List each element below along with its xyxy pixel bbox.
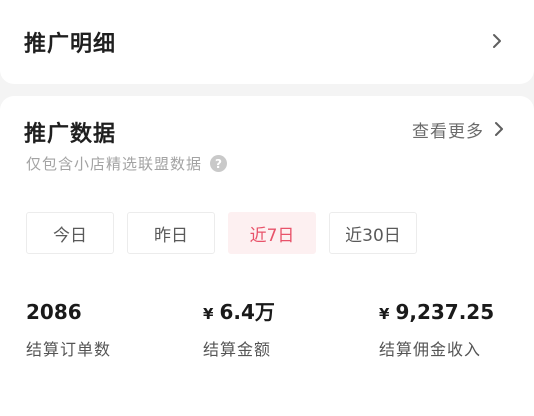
currency-symbol: ¥ (203, 305, 214, 323)
tab-today[interactable]: 今日 (26, 212, 114, 254)
tab-yesterday[interactable]: 昨日 (127, 212, 215, 254)
chevron-right-icon[interactable] (488, 32, 506, 50)
metric-number: 2086 (26, 300, 82, 324)
data-scope-text: 仅包含小店精选联盟数据 (26, 155, 203, 173)
chevron-right-icon (490, 120, 508, 138)
promotion-data-title: 推广数据 (24, 122, 117, 147)
metric-settled-orders[interactable]: 2086 结算订单数 (26, 299, 111, 360)
metric-number: 9,237.25 (395, 300, 495, 324)
metric-label: 结算订单数 (26, 340, 112, 359)
metric-value: 2086 (26, 299, 111, 325)
promotion-detail-title: 推广明细 (24, 32, 117, 57)
view-more-label: 查看更多 (412, 121, 484, 142)
view-more-link[interactable]: 查看更多 (412, 116, 508, 142)
promotion-detail-card[interactable]: 推广明细 (0, 0, 534, 84)
metric-label: 结算金额 (203, 340, 272, 359)
metric-number: 6.4万 (219, 300, 275, 324)
promotion-data-card: 推广数据 查看更多 仅包含小店精选联盟数据 ? 今日 昨日 近7日 近30日 2… (0, 96, 534, 416)
metric-commission-income[interactable]: ¥9,237.25 结算佣金收入 (379, 299, 494, 360)
date-range-tabs: 今日 昨日 近7日 近30日 (26, 212, 417, 254)
data-scope-note: 仅包含小店精选联盟数据 ? (26, 153, 228, 174)
question-circle-icon[interactable]: ? (210, 155, 228, 172)
metric-value: ¥6.4万 (203, 299, 275, 325)
metric-value: ¥9,237.25 (379, 299, 494, 325)
metric-label: 结算佣金收入 (379, 340, 482, 359)
currency-symbol: ¥ (379, 305, 390, 323)
tab-last-30-days[interactable]: 近30日 (329, 212, 417, 254)
metric-settled-amount[interactable]: ¥6.4万 结算金额 (203, 299, 275, 360)
tab-last-7-days[interactable]: 近7日 (228, 212, 316, 254)
